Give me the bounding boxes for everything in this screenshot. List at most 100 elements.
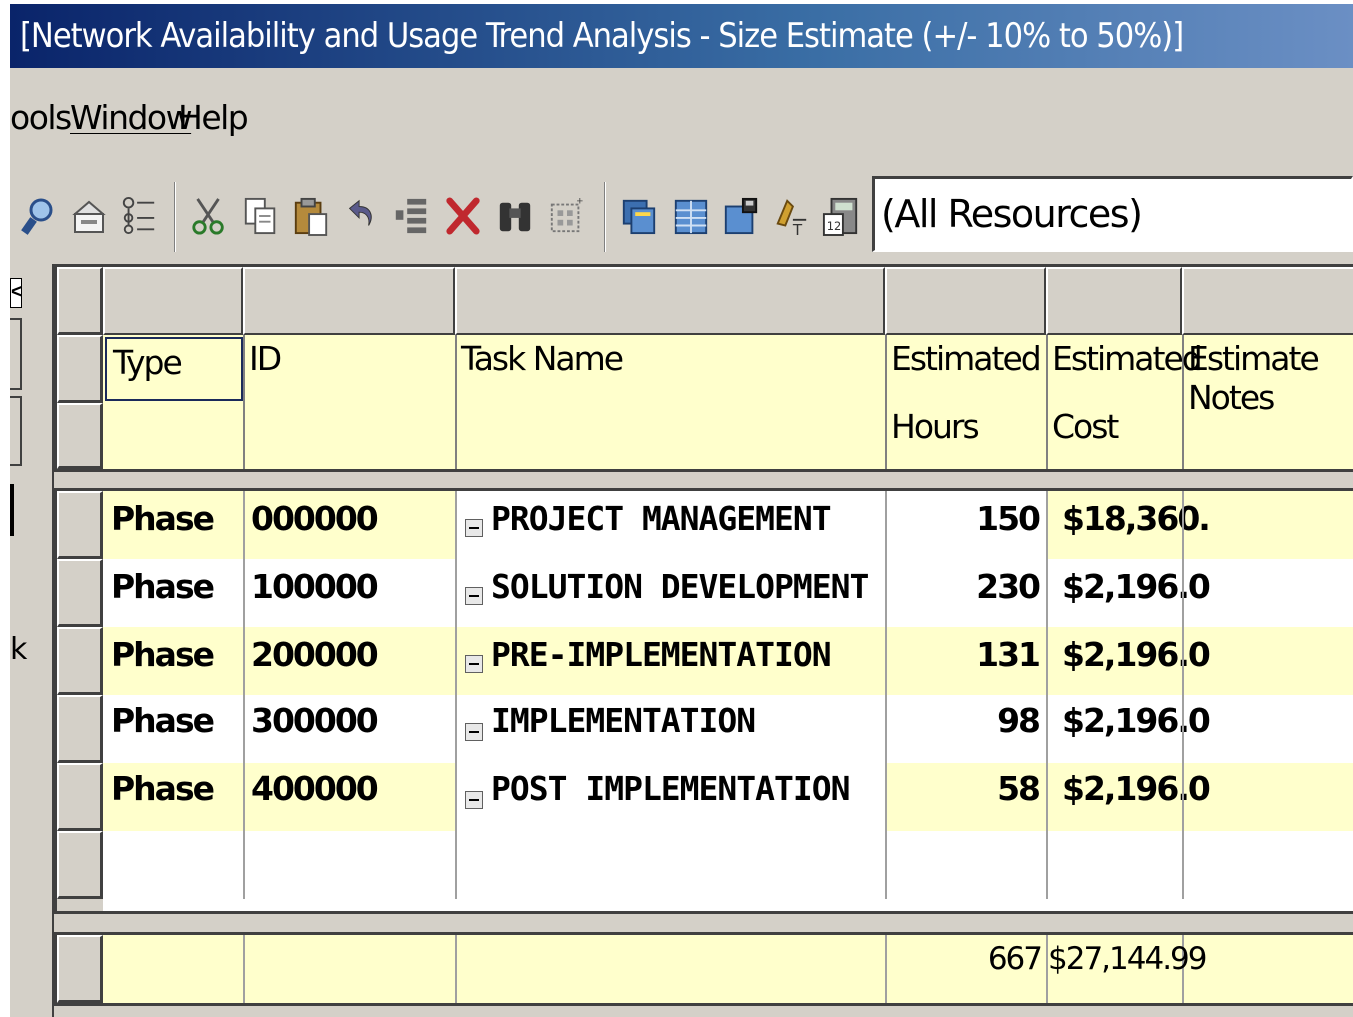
collapse-icon[interactable] bbox=[465, 791, 483, 809]
cell-estimated-hours[interactable]: 150 bbox=[887, 499, 1041, 538]
collapse-icon[interactable] bbox=[465, 723, 483, 741]
calculator-icon[interactable]: 12 bbox=[822, 194, 860, 238]
row-selector-header[interactable] bbox=[57, 335, 103, 403]
column-divider bbox=[455, 491, 457, 899]
cell-task-name[interactable]: POST IMPLEMENTATION bbox=[491, 769, 850, 808]
row-selector[interactable] bbox=[57, 831, 103, 899]
menu-bar: ools Window Help bbox=[10, 68, 1353, 168]
left-pane-button[interactable] bbox=[10, 396, 22, 466]
cell-estimated-cost[interactable]: $2,196.0 bbox=[1048, 567, 1211, 606]
paste-icon[interactable] bbox=[292, 194, 330, 238]
cell-estimated-cost[interactable]: $2,196.0 bbox=[1048, 635, 1211, 674]
grid-select-icon[interactable]: + bbox=[548, 194, 586, 238]
cell-id[interactable]: 400000 bbox=[251, 769, 379, 808]
cell-id[interactable]: 100000 bbox=[251, 567, 379, 606]
column-divider bbox=[243, 935, 245, 1003]
cell-type[interactable]: Phase bbox=[111, 499, 215, 538]
cell-task-name[interactable]: PROJECT MANAGEMENT bbox=[491, 499, 832, 538]
row-selector[interactable] bbox=[57, 695, 103, 763]
indent-icon[interactable] bbox=[392, 194, 430, 238]
column-group-header[interactable] bbox=[885, 267, 1046, 335]
delete-icon[interactable] bbox=[444, 194, 482, 238]
column-header-estimated-cost[interactable]: Estimated bbox=[1052, 339, 1203, 378]
collapse-icon[interactable] bbox=[465, 587, 483, 605]
left-pane-button[interactable] bbox=[10, 318, 22, 390]
total-estimated-hours: 667 bbox=[987, 941, 1043, 977]
sort-icon[interactable]: T bbox=[772, 194, 810, 238]
estimate-workspace: Type ID Task Name Estimated Hours Estima… bbox=[52, 264, 1353, 1017]
column-header-id[interactable]: ID bbox=[249, 339, 282, 378]
move-icon[interactable] bbox=[620, 194, 658, 238]
cell-estimated-cost[interactable]: $2,196.0 bbox=[1048, 769, 1211, 808]
cell-id[interactable]: 300000 bbox=[251, 701, 379, 740]
collapse-icon[interactable] bbox=[465, 519, 483, 537]
collapse-icon[interactable] bbox=[465, 655, 483, 673]
cell-task-name[interactable]: SOLUTION DEVELOPMENT bbox=[491, 567, 869, 606]
left-pane-tab[interactable]: < bbox=[10, 278, 22, 308]
column-header-estimated-hours-line2: Hours bbox=[891, 407, 980, 446]
window-title: [Network Availability and Usage Trend An… bbox=[20, 16, 1184, 56]
menu-window[interactable]: Window bbox=[70, 98, 193, 137]
window-title-bar: [Network Availability and Usage Trend An… bbox=[10, 4, 1353, 68]
column-header-estimated-cost-line2: Cost bbox=[1052, 407, 1119, 446]
cell-estimated-hours[interactable]: 131 bbox=[887, 635, 1041, 674]
column-divider bbox=[1046, 491, 1048, 899]
svg-text:12: 12 bbox=[827, 219, 842, 233]
toolbar-separator bbox=[174, 182, 176, 252]
cell-estimated-hours[interactable]: 58 bbox=[887, 769, 1041, 808]
toolbar: + T 12 (All Resources) bbox=[10, 168, 1353, 264]
cell-id[interactable]: 000000 bbox=[251, 499, 379, 538]
row-selector[interactable] bbox=[57, 491, 103, 559]
totals-grid: 667 $27,144.99 bbox=[54, 932, 1353, 1006]
corner-header bbox=[57, 267, 103, 335]
row-selector[interactable] bbox=[57, 559, 103, 627]
resource-filter-select[interactable]: (All Resources) bbox=[872, 176, 1353, 252]
menu-help[interactable]: Help bbox=[178, 98, 249, 137]
svg-text:T: T bbox=[792, 221, 803, 238]
row-selector-header[interactable] bbox=[57, 403, 103, 469]
column-group-header[interactable] bbox=[455, 267, 885, 335]
column-header-estimate-notes[interactable]: Estimate Notes bbox=[1188, 339, 1353, 417]
svg-text:+: + bbox=[577, 196, 584, 208]
cell-id[interactable]: 200000 bbox=[251, 635, 379, 674]
column-divider bbox=[455, 335, 457, 469]
binoculars-icon[interactable] bbox=[496, 194, 534, 238]
menu-tools[interactable]: ools bbox=[10, 98, 72, 137]
new-row[interactable] bbox=[103, 831, 1353, 899]
cell-type[interactable]: Phase bbox=[111, 567, 215, 606]
column-header-type[interactable]: Type bbox=[105, 337, 243, 401]
column-divider bbox=[1046, 335, 1048, 469]
outline-icon[interactable] bbox=[120, 194, 158, 238]
cell-type[interactable]: Phase bbox=[111, 769, 215, 808]
column-divider bbox=[455, 935, 457, 1003]
total-estimated-cost: $27,144.99 bbox=[1048, 941, 1208, 977]
cell-task-name[interactable]: PRE-IMPLEMENTATION bbox=[491, 635, 832, 674]
cut-icon[interactable] bbox=[190, 194, 228, 238]
column-group-header[interactable] bbox=[243, 267, 455, 335]
undo-icon[interactable] bbox=[342, 194, 380, 238]
column-group-header[interactable] bbox=[103, 267, 243, 335]
inbox-icon[interactable] bbox=[70, 194, 108, 238]
column-divider bbox=[1182, 491, 1184, 899]
cell-task-name[interactable]: IMPLEMENTATION bbox=[491, 701, 756, 740]
find-icon[interactable] bbox=[20, 194, 58, 238]
row-selector[interactable] bbox=[57, 935, 103, 1003]
copy-icon[interactable] bbox=[242, 194, 280, 238]
cell-estimated-hours[interactable]: 230 bbox=[887, 567, 1041, 606]
column-header-task-name[interactable]: Task Name bbox=[461, 339, 624, 378]
column-header-estimated-hours[interactable]: Estimated bbox=[891, 339, 1042, 378]
table-icon[interactable] bbox=[672, 194, 710, 238]
cell-estimated-cost[interactable]: $18,360. bbox=[1048, 499, 1211, 538]
row-selector[interactable] bbox=[57, 763, 103, 831]
cell-type[interactable]: Phase bbox=[111, 635, 215, 674]
cell-type[interactable]: Phase bbox=[111, 701, 215, 740]
left-pane-splitter[interactable] bbox=[10, 484, 14, 536]
column-group-header[interactable] bbox=[1182, 267, 1353, 335]
header-grid: Type ID Task Name Estimated Hours Estima… bbox=[54, 264, 1353, 472]
save-db-icon[interactable] bbox=[722, 194, 760, 238]
cell-estimated-cost[interactable]: $2,196.0 bbox=[1048, 701, 1211, 740]
column-divider bbox=[885, 335, 887, 469]
column-group-header[interactable] bbox=[1046, 267, 1182, 335]
row-selector[interactable] bbox=[57, 627, 103, 695]
cell-estimated-hours[interactable]: 98 bbox=[887, 701, 1041, 740]
